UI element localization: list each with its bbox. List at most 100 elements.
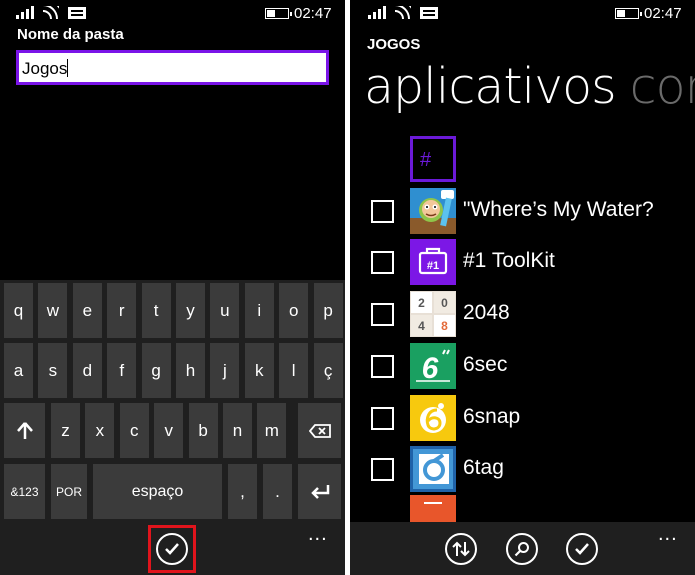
- svg-text:0: 0: [441, 296, 448, 310]
- pivot-tab-next[interactable]: con: [630, 58, 695, 115]
- key-o[interactable]: o: [279, 283, 309, 338]
- backspace-key[interactable]: [298, 403, 341, 458]
- folder-name-input[interactable]: Jogos: [16, 50, 329, 85]
- key-v[interactable]: v: [154, 403, 184, 458]
- language-key[interactable]: POR: [51, 464, 87, 519]
- key-m[interactable]: m: [257, 403, 287, 458]
- key-e[interactable]: e: [72, 283, 102, 338]
- 2048-icon: 2048: [410, 291, 456, 337]
- app-name: 2048: [463, 301, 510, 324]
- status-bar: 02:47: [350, 0, 695, 26]
- key-c[interactable]: c: [119, 403, 149, 458]
- clock: 02:47: [294, 5, 332, 22]
- key-i[interactable]: i: [244, 283, 274, 338]
- key-n[interactable]: n: [223, 403, 252, 458]
- list-item[interactable]: 2 0 4 8 2048: [350, 291, 695, 341]
- 6tag-icon: [410, 446, 456, 492]
- backspace-icon: [308, 423, 331, 438]
- message-icon: [68, 7, 86, 19]
- on-screen-keyboard: &123 POR espaço , . qwertyuiop asdfghjklç…: [0, 280, 345, 523]
- list-item[interactable]: 6tag: [350, 446, 695, 496]
- list-item[interactable]: #1 #1 ToolKit: [350, 239, 695, 289]
- shift-key[interactable]: [4, 403, 45, 458]
- highlight-box: [148, 525, 196, 573]
- text-caret: [67, 59, 69, 77]
- key-s[interactable]: s: [38, 343, 68, 398]
- battery-icon: [265, 8, 292, 19]
- key-ç[interactable]: ç: [313, 343, 343, 398]
- key-k[interactable]: k: [244, 343, 274, 398]
- svg-text:8: 8: [441, 319, 448, 333]
- list-item[interactable]: "Where’s My Water?: [350, 188, 695, 238]
- key-p[interactable]: p: [313, 283, 343, 338]
- enter-key[interactable]: [298, 464, 341, 519]
- search-button[interactable]: [506, 533, 538, 565]
- app-bar: ...: [350, 522, 695, 575]
- svg-text:4: 4: [418, 319, 425, 333]
- checkbox[interactable]: [371, 458, 394, 481]
- list-item[interactable]: 6 6sec: [350, 343, 695, 393]
- key-w[interactable]: w: [38, 283, 68, 338]
- folder-name-value: Jogos: [22, 59, 68, 78]
- clock: 02:47: [644, 5, 682, 22]
- app-name: 6tag: [463, 456, 504, 479]
- svg-text:#1: #1: [427, 260, 439, 272]
- key-y[interactable]: y: [176, 283, 205, 338]
- pivot-tab-aplicativos[interactable]: aplicativos: [364, 58, 617, 115]
- enter-icon: [310, 484, 329, 499]
- key-b[interactable]: b: [188, 403, 218, 458]
- group-header-tile[interactable]: #: [410, 136, 456, 182]
- checkbox[interactable]: [371, 303, 394, 326]
- signal-icon: [368, 6, 386, 19]
- confirm-button[interactable]: [566, 533, 598, 565]
- checkbox[interactable]: [371, 251, 394, 274]
- list-item[interactable]: 6snap: [350, 395, 695, 445]
- key-d[interactable]: d: [72, 343, 102, 398]
- checkbox[interactable]: [371, 407, 394, 430]
- left-screen: 02:47 Nome da pasta Jogos &123 POR espaç…: [0, 0, 345, 575]
- check-icon: [575, 543, 589, 555]
- partial-app-tile: [410, 495, 456, 522]
- key-q[interactable]: q: [4, 283, 33, 338]
- 6snap-icon: [410, 395, 456, 441]
- checkbox[interactable]: [371, 355, 394, 378]
- key-u[interactable]: u: [210, 283, 240, 338]
- key-l[interactable]: l: [279, 343, 309, 398]
- svg-text:6: 6: [422, 352, 439, 385]
- key-h[interactable]: h: [176, 343, 205, 398]
- symbols-key[interactable]: &123: [4, 464, 45, 519]
- pivot-header: aplicativoscon: [364, 58, 695, 115]
- sort-arrows-icon: [452, 541, 470, 557]
- wifi-icon: [395, 6, 411, 19]
- status-bar: 02:47: [0, 0, 345, 26]
- more-options-button[interactable]: ...: [308, 524, 328, 544]
- comma-key[interactable]: ,: [228, 464, 257, 519]
- app-name: #1 ToolKit: [463, 249, 555, 272]
- battery-icon: [615, 8, 642, 19]
- app-name: 6snap: [463, 405, 521, 428]
- 6sec-icon: 6: [410, 343, 456, 389]
- key-x[interactable]: x: [85, 403, 115, 458]
- app-name: 6sec: [463, 353, 508, 376]
- key-a[interactable]: a: [4, 343, 33, 398]
- key-g[interactable]: g: [141, 343, 171, 398]
- message-icon: [420, 7, 438, 19]
- space-key[interactable]: espaço: [93, 464, 222, 519]
- wifi-icon: [43, 6, 59, 19]
- search-icon: [514, 542, 529, 557]
- key-z[interactable]: z: [51, 403, 80, 458]
- sort-button[interactable]: [445, 533, 477, 565]
- section-title: JOGOS: [367, 36, 421, 53]
- wheres-my-water-icon: [410, 188, 456, 234]
- key-t[interactable]: t: [141, 283, 171, 338]
- arrow-up-icon: [16, 421, 33, 439]
- key-r[interactable]: r: [107, 283, 137, 338]
- toolkit-icon: #1: [410, 239, 456, 285]
- key-f[interactable]: f: [107, 343, 137, 398]
- checkbox[interactable]: [371, 200, 394, 223]
- more-options-button[interactable]: ...: [658, 524, 678, 544]
- key-j[interactable]: j: [210, 343, 240, 398]
- period-key[interactable]: .: [263, 464, 292, 519]
- signal-icon: [16, 6, 34, 19]
- svg-text:2: 2: [418, 296, 425, 310]
